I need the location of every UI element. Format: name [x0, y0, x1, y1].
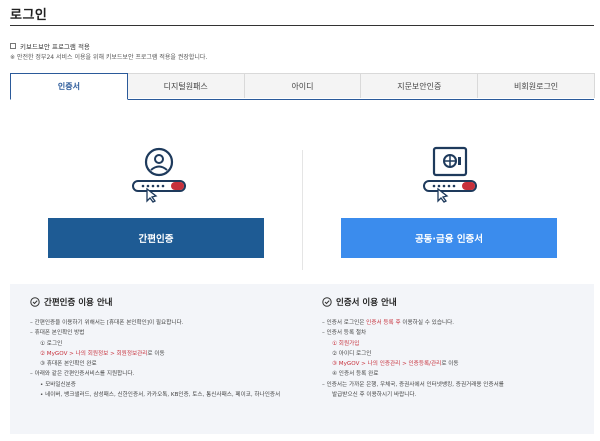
tab-id[interactable]: 아이디 [243, 73, 362, 98]
page-title: 로그인 [10, 8, 48, 23]
joint-cert-button[interactable]: 공동·금융 인증서 [341, 218, 557, 258]
guide-line: – 아래와 같은 간편인증서비스를 지원합니다. [30, 371, 135, 378]
check-circle-icon [322, 297, 332, 307]
guide-line: 발급받으신 후 이용하시기 바랍니다. [332, 392, 417, 399]
simple-auth-button[interactable]: 간편인증 [48, 218, 264, 258]
guide-step: ① 로그인 [40, 340, 63, 347]
guide-bullet: • 모바일신분증 [40, 381, 76, 388]
signup-link[interactable]: ① 회원가입 [322, 339, 587, 349]
guide-step: ④ 인증서 등록 완료 [332, 371, 379, 378]
guide-line: – 인증서 로그인은 인증서 등록 후 이용하실 수 있습니다. [322, 320, 455, 326]
mygov-cert-link[interactable]: ③ MyGOV > 나의 인증관리 > 인증등록/관리 [332, 361, 441, 367]
cert-register-link[interactable]: 인증서 등록 후 [366, 320, 400, 326]
keyboard-security-note: ※ 안전한 정부24 서비스 이용을 위해 키보드보안 프로그램 적용을 권장합… [10, 54, 208, 61]
simple-auth-guide-title: 간편인증 이용 안내 [44, 298, 113, 308]
simple-auth-icon [132, 147, 186, 203]
guide-step: ② MyGOV > 나의 회원정보 > 회원정보관리로 이동 [40, 350, 165, 357]
column-divider [302, 150, 303, 270]
check-circle-icon [30, 297, 40, 307]
cert-guide-header: 인증서 이용 안내 [322, 296, 587, 308]
cert-guide: 인증서 이용 안내 – 인증서 로그인은 인증서 등록 후 이용하실 수 있습니… [322, 296, 587, 400]
tab-certificate[interactable]: 인증서 [10, 73, 128, 100]
login-tabs: 인증서 디지털원패스 아이디 지문보안인증 비회원로그인 [10, 73, 595, 100]
tab-fingerprint[interactable]: 지문보안인증 [360, 73, 479, 98]
guide-line: – 인증서는 가까운 은행, 우체국, 증권사에서 인터넷뱅킹, 증권거래용 인… [322, 381, 504, 388]
guide-step: ② 아이디 로그인 [332, 350, 372, 357]
title-divider [10, 25, 594, 26]
keyboard-security-label: 키보드보안 프로그램 적용 [20, 43, 90, 51]
cert-guide-title: 인증서 이용 안내 [336, 298, 397, 308]
cert-auth-icon [423, 146, 477, 203]
simple-auth-guide: 간편인증 이용 안내 – 간편인증을 이용하기 위해서는 [휴대폰 본인확인]이… [30, 296, 295, 400]
guide-line: – 인증서 등록 절차 [322, 330, 367, 337]
guide-step: ③ MyGOV > 나의 인증관리 > 인증등록/관리로 이동 [332, 361, 459, 368]
guide-panel: 간편인증 이용 안내 – 간편인증을 이용하기 위해서는 [휴대폰 본인확인]이… [10, 284, 594, 434]
tab-nonmember[interactable]: 비회원로그인 [477, 73, 595, 98]
keyboard-security-checkbox[interactable] [10, 43, 16, 49]
guide-line: – 휴대폰 본인확인 방법 [30, 330, 85, 337]
keyboard-security-row[interactable]: 키보드보안 프로그램 적용 [10, 41, 90, 51]
guide-bullet: • 네이버, 뱅크샐러드, 삼성패스, 신한인증서, 카카오톡, KB인증, 토… [40, 392, 281, 399]
guide-line: – 간편인증을 이용하기 위해서는 [휴대폰 본인확인]이 필요합니다. [30, 320, 184, 326]
tab-digital-onepass[interactable]: 디지털원패스 [126, 73, 245, 98]
mygov-member-link[interactable]: ② MyGOV > 나의 회원정보 > 회원정보관리 [40, 351, 147, 357]
simple-auth-guide-header: 간편인증 이용 안내 [30, 296, 295, 308]
guide-step: ③ 휴대폰 본인확인 완료 [40, 361, 97, 368]
